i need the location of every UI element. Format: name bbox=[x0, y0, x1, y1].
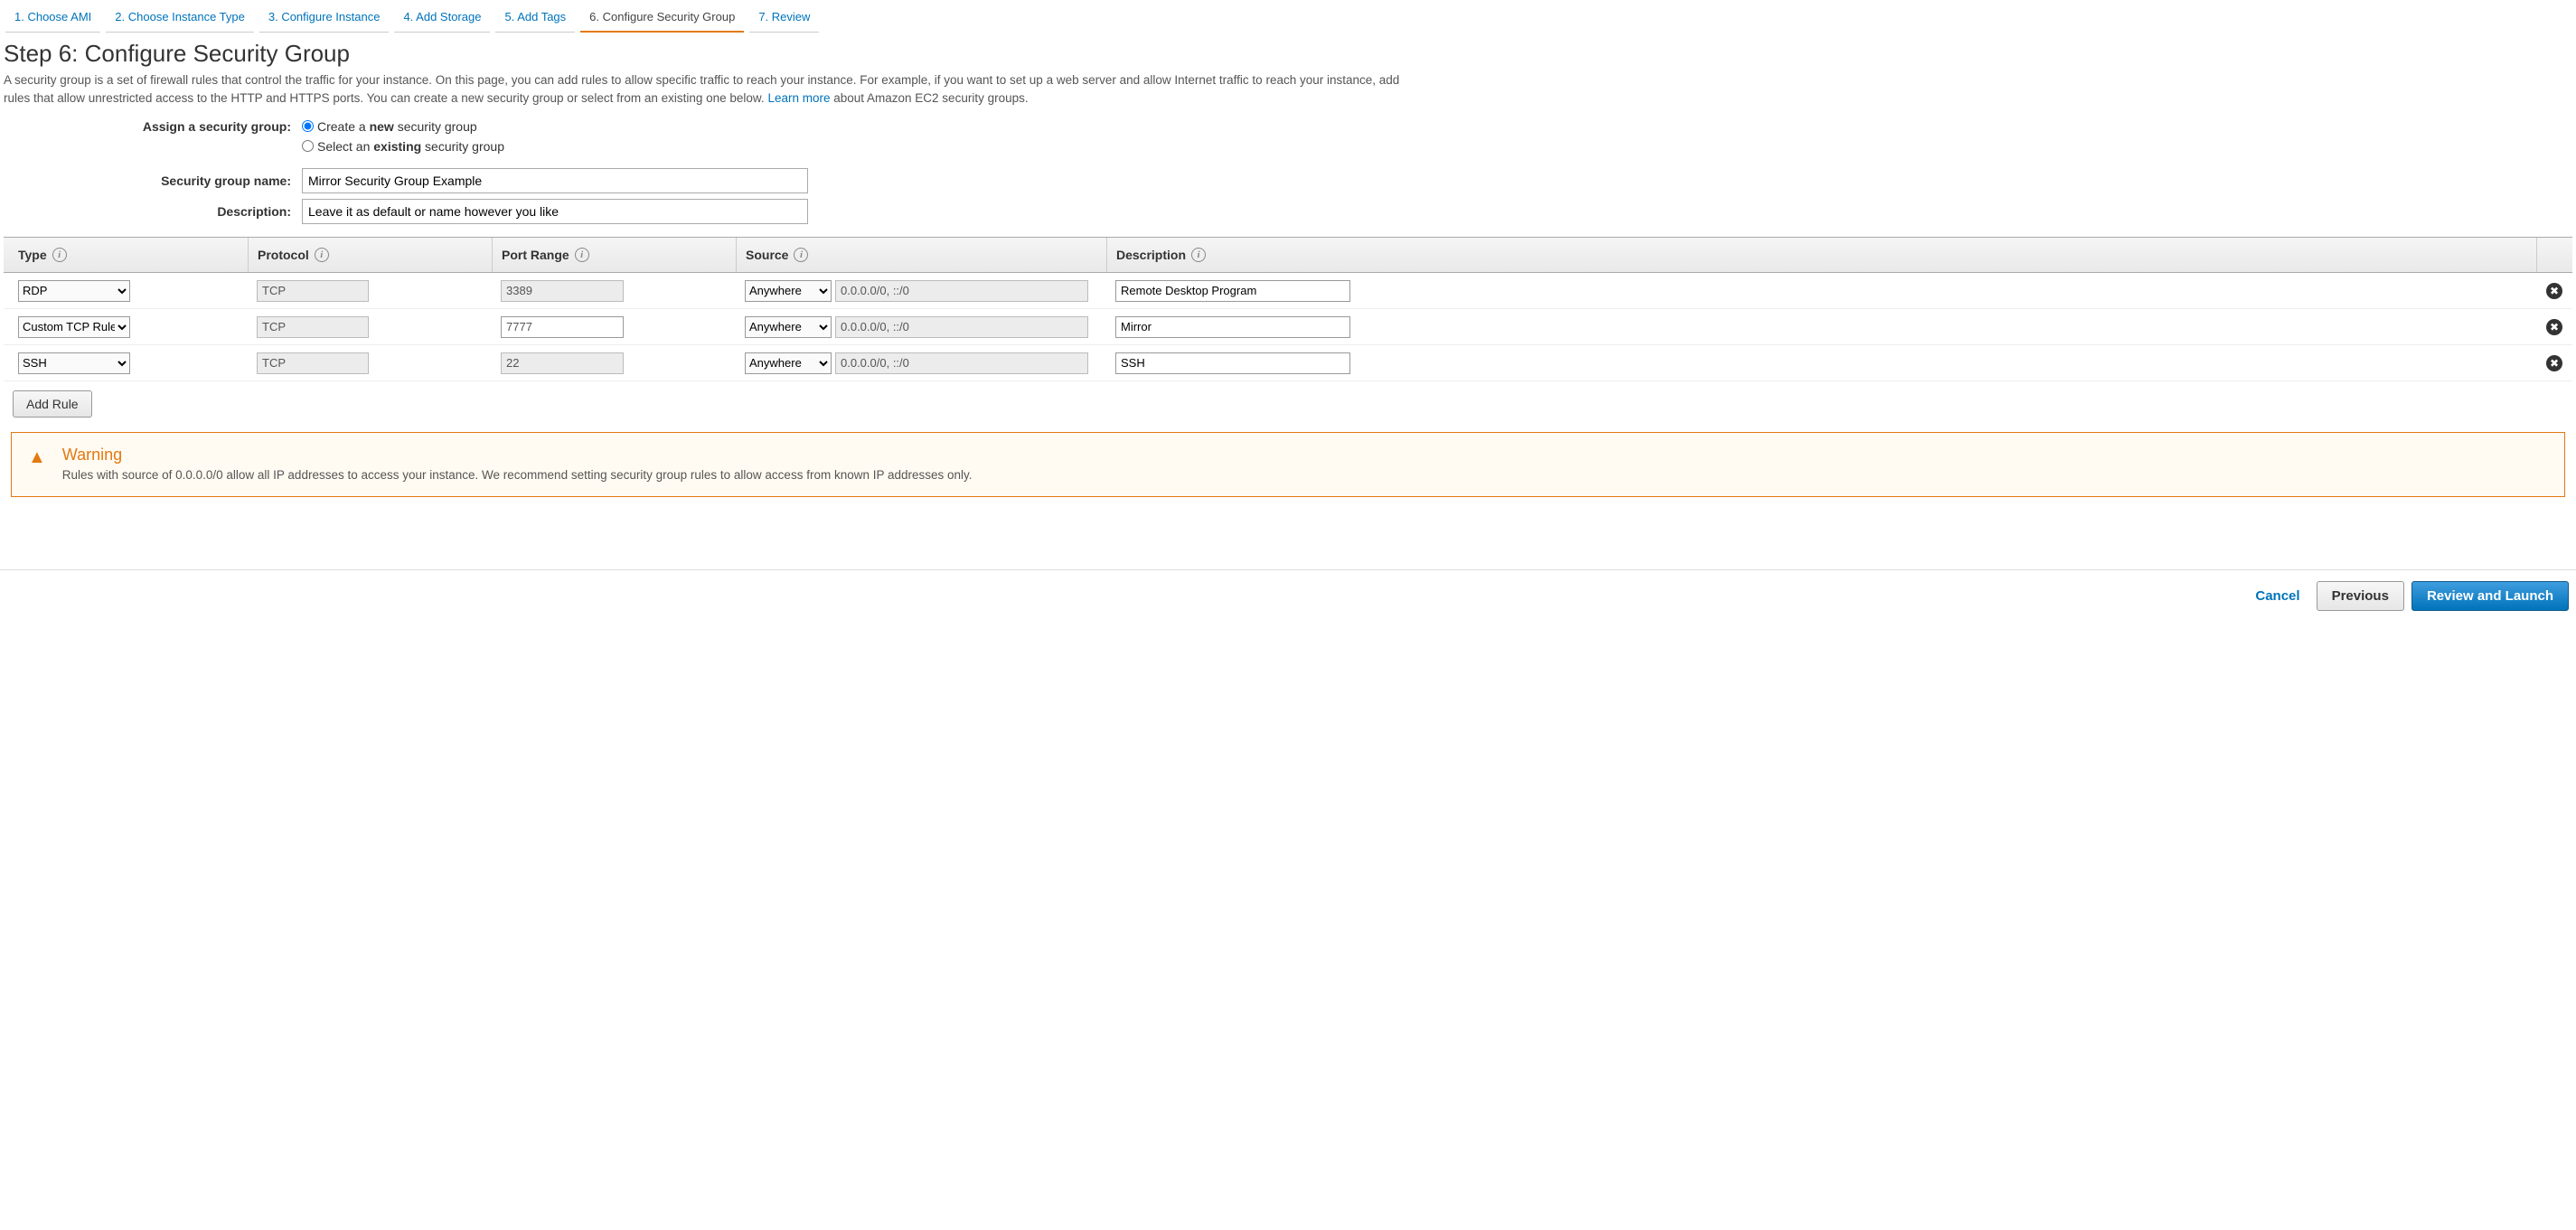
warning-icon: ▲ bbox=[28, 447, 46, 468]
wizard-step-2[interactable]: 2. Choose Instance Type bbox=[106, 4, 254, 33]
rule-type-select[interactable]: Custom TCP Rule bbox=[18, 316, 130, 338]
rule-description[interactable] bbox=[1115, 352, 1350, 374]
wizard-step-5[interactable]: 5. Add Tags bbox=[495, 4, 575, 33]
assign-sg-label: Assign a security group: bbox=[4, 119, 302, 134]
rule-source-value bbox=[835, 352, 1088, 374]
remove-rule-icon[interactable]: ✖ bbox=[2546, 355, 2562, 371]
wizard-step-6[interactable]: 6. Configure Security Group bbox=[580, 4, 744, 33]
wizard-step-7[interactable]: 7. Review bbox=[749, 4, 819, 33]
wizard-step-3[interactable]: 3. Configure Instance bbox=[259, 4, 390, 33]
rules-table-header: Typei Protocoli Port Rangei Sourcei Desc… bbox=[4, 238, 2572, 272]
sg-name-label: Security group name: bbox=[4, 174, 302, 188]
rule-source-value bbox=[835, 316, 1088, 338]
rule-port bbox=[501, 352, 624, 374]
remove-rule-icon[interactable]: ✖ bbox=[2546, 283, 2562, 299]
rule-port bbox=[501, 280, 624, 302]
add-rule-button[interactable]: Add Rule bbox=[13, 390, 92, 418]
rule-source-select[interactable]: Anywhere bbox=[745, 316, 832, 338]
info-icon[interactable]: i bbox=[575, 248, 589, 262]
rule-source-select[interactable]: Anywhere bbox=[745, 352, 832, 374]
review-launch-button[interactable]: Review and Launch bbox=[2411, 581, 2569, 611]
sg-name-input[interactable] bbox=[302, 168, 808, 193]
rule-source-select[interactable]: Anywhere bbox=[745, 280, 832, 302]
table-row: RDP Anywhere ✖ bbox=[4, 273, 2572, 309]
rule-source-value bbox=[835, 280, 1088, 302]
remove-rule-icon[interactable]: ✖ bbox=[2546, 319, 2562, 335]
rule-type-select[interactable]: RDP bbox=[18, 280, 130, 302]
info-icon[interactable]: i bbox=[794, 248, 808, 262]
sg-desc-label: Description: bbox=[4, 204, 302, 219]
warning-text: Rules with source of 0.0.0.0/0 allow all… bbox=[62, 468, 973, 482]
info-icon[interactable]: i bbox=[315, 248, 329, 262]
rule-protocol bbox=[257, 280, 369, 302]
warning-box: ▲ Warning Rules with source of 0.0.0.0/0… bbox=[11, 432, 2565, 497]
page-description: A security group is a set of firewall ru… bbox=[4, 71, 1414, 107]
wizard-step-1[interactable]: 1. Choose AMI bbox=[5, 4, 100, 33]
wizard-step-4[interactable]: 4. Add Storage bbox=[394, 4, 490, 33]
info-icon[interactable]: i bbox=[52, 248, 67, 262]
rule-port[interactable] bbox=[501, 316, 624, 338]
rule-type-select[interactable]: SSH bbox=[18, 352, 130, 374]
page-title: Step 6: Configure Security Group bbox=[4, 40, 2572, 68]
radio-select-existing[interactable]: Select an existing security group bbox=[302, 139, 504, 154]
learn-more-link[interactable]: Learn more bbox=[767, 91, 830, 105]
warning-title: Warning bbox=[62, 446, 973, 465]
previous-button[interactable]: Previous bbox=[2317, 581, 2404, 611]
sg-desc-input[interactable] bbox=[302, 199, 808, 224]
rule-protocol bbox=[257, 316, 369, 338]
wizard-stepper: 1. Choose AMI2. Choose Instance Type3. C… bbox=[0, 0, 2576, 33]
footer: Cancel Previous Review and Launch bbox=[0, 569, 2576, 622]
cancel-button[interactable]: Cancel bbox=[2246, 588, 2308, 604]
info-icon[interactable]: i bbox=[1191, 248, 1206, 262]
table-row: SSH Anywhere ✖ bbox=[4, 345, 2572, 381]
radio-create-new[interactable]: Create a new security group bbox=[302, 119, 477, 134]
table-row: Custom TCP Rule Anywhere ✖ bbox=[4, 309, 2572, 345]
rule-protocol bbox=[257, 352, 369, 374]
rule-description[interactable] bbox=[1115, 316, 1350, 338]
rule-description[interactable] bbox=[1115, 280, 1350, 302]
